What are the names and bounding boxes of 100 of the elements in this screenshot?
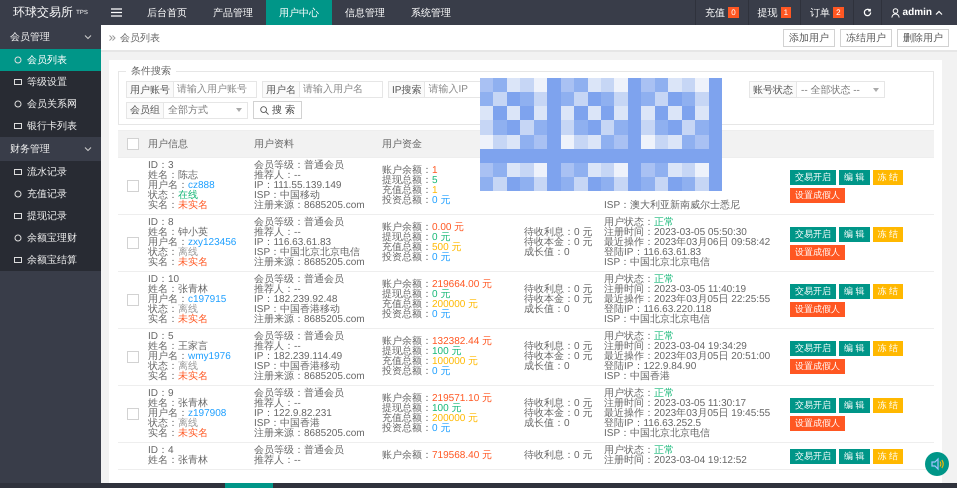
field-line: 账户余额：132382.44 元	[382, 337, 494, 347]
edit-button[interactable]: 编 辑	[839, 448, 870, 464]
checkbox[interactable]	[127, 294, 139, 306]
nav-tab[interactable]: 系统管理	[398, 0, 464, 25]
checkbox[interactable]	[127, 237, 139, 249]
field-line: 用户名：z197908	[148, 409, 228, 419]
field-line: 成长值：0	[524, 305, 571, 315]
field-line: 注册时间：2023-03-05 05:50:30	[604, 228, 748, 238]
field-line: 提现总额：100 元	[382, 347, 462, 357]
field-line: ID：9	[148, 389, 175, 399]
menu-item-icon	[14, 100, 22, 108]
menu-icon[interactable]	[111, 8, 122, 17]
field-line: 待收本金：0 元	[524, 295, 594, 305]
checkbox[interactable]	[127, 138, 139, 150]
field-label: 账号状态	[749, 81, 797, 98]
checkbox[interactable]	[127, 351, 139, 363]
trade-open-button[interactable]: 交易开启	[790, 284, 836, 298]
toolbar-button[interactable]: 删除用户	[897, 28, 949, 46]
edit-button[interactable]: 编 辑	[839, 226, 870, 242]
trade-open-button[interactable]: 交易开启	[790, 226, 836, 242]
field-line: 投资总额：0 元	[382, 424, 452, 434]
field-line: 注册来源：8685205.com	[254, 372, 366, 382]
field-line: 登陆IP：116.63.252.5	[604, 419, 702, 429]
trade-open-button[interactable]: 交易开启	[790, 448, 836, 464]
field-line: 注册时间：2023-03-04 19:34:29	[604, 342, 748, 352]
input-field[interactable]: 请输入用户名	[300, 81, 383, 98]
field-line: 待收利息：0 元	[524, 399, 594, 409]
input-field[interactable]: 请输入IP	[425, 81, 482, 98]
trade-open-button[interactable]: 交易开启	[790, 170, 836, 184]
panel-legend: 条件搜索	[126, 64, 176, 78]
field-line: 投资总额：0 元	[382, 253, 452, 263]
field-line: 会员等级：普通会员	[254, 446, 345, 456]
field-line: 实名：未实名	[148, 258, 209, 268]
menu-item-icon	[14, 190, 22, 198]
field-line: 账户余额：719568.40 元	[382, 451, 494, 461]
nav-tab[interactable]: 用户中心	[266, 0, 332, 25]
set-fake-button[interactable]: 设置成假人	[790, 416, 845, 430]
sidebar-item[interactable]: 余额宝理财	[0, 227, 101, 249]
set-fake-button[interactable]: 设置成假人	[790, 302, 845, 316]
field-line: 姓名：张青林	[148, 456, 209, 466]
group-select[interactable]: 全部方式	[164, 102, 248, 118]
nav-tab[interactable]: 后台首页	[134, 0, 200, 25]
field-label: 会员组	[126, 102, 164, 118]
trade-open-button[interactable]: 交易开启	[790, 340, 836, 356]
sidebar-item[interactable]: 会员关系网	[0, 93, 101, 115]
field-line: ISP：中国香港移动	[254, 305, 342, 315]
field-line: 账户余额：219571.10 元	[382, 394, 494, 404]
status-select[interactable]: -- 全部状态 --	[797, 81, 885, 98]
counter-link[interactable]: 提现	[758, 6, 778, 20]
field-line: ID：8	[148, 218, 175, 228]
speaker-button[interactable]	[925, 452, 949, 476]
set-fake-button[interactable]: 设置成假人	[790, 188, 845, 202]
menu-item-icon	[14, 212, 22, 220]
toolbar-button[interactable]: 添加用户	[783, 28, 835, 46]
counter-link[interactable]: 充值	[705, 6, 726, 20]
count-badge: 1	[780, 7, 792, 18]
edit-button[interactable]: 编 辑	[839, 398, 870, 412]
edit-button[interactable]: 编 辑	[839, 340, 870, 356]
sidebar-item[interactable]: 流水记录	[0, 161, 101, 183]
input-field[interactable]: 请输入用户账号	[174, 81, 257, 98]
set-fake-button[interactable]: 设置成假人	[790, 358, 845, 374]
counter-link[interactable]: 订单	[810, 6, 830, 20]
field-line: 成长值：0	[524, 419, 571, 429]
search-button[interactable]: 搜 索	[253, 101, 302, 119]
toolbar-button[interactable]: 冻结用户	[840, 28, 892, 46]
field-line: ISP：中国香港移动	[254, 362, 342, 372]
field-line: IP：182.239.114.49	[254, 352, 344, 362]
count-badge: 2	[833, 7, 844, 18]
field-line: 提现总额：0 元	[382, 233, 452, 243]
edit-button[interactable]: 编 辑	[839, 170, 870, 184]
field-line: 状态：离线	[148, 362, 198, 372]
double-chevron-icon	[109, 34, 116, 40]
set-fake-button[interactable]: 设置成假人	[790, 244, 845, 260]
refresh-icon[interactable]	[862, 8, 872, 17]
field-line: 状态：离线	[148, 305, 198, 315]
sidebar-item[interactable]: 充值记录	[0, 183, 101, 205]
field-line: 最近操作：2023年03月05日 20:51:00	[604, 352, 772, 362]
sidebar-item[interactable]: 会员列表	[0, 49, 101, 71]
sidebar-item[interactable]: 余额宝结算	[0, 249, 101, 271]
field-line: 用户状态：正常	[604, 218, 675, 228]
nav-tab[interactable]: 产品管理	[200, 0, 266, 25]
chevron-icon	[84, 146, 92, 152]
field-line: 充值总额：1	[382, 186, 439, 196]
field-line: 待收利息：0 元	[524, 342, 594, 352]
field-line: 待收本金：0 元	[524, 238, 594, 248]
trade-open-button[interactable]: 交易开启	[790, 398, 836, 412]
sidebar-item[interactable]: 银行卡列表	[0, 115, 101, 137]
nav-tab[interactable]: 信息管理	[332, 0, 398, 25]
field-line: 注册来源：8685205.com	[254, 429, 366, 439]
sidebar-item[interactable]: 等级设置	[0, 71, 101, 93]
edit-button[interactable]: 编 辑	[839, 284, 870, 298]
checkbox[interactable]	[127, 180, 139, 192]
user-menu[interactable]: admin	[902, 7, 932, 18]
field-line: 推荐人：--	[254, 456, 302, 466]
checkbox[interactable]	[127, 408, 139, 420]
column-header: 用户信息	[148, 139, 188, 150]
field-line: 实名：未实名	[148, 201, 209, 211]
sidebar-item[interactable]: 提现记录	[0, 205, 101, 227]
field-line: 投资总额：0 元	[382, 367, 452, 377]
field-line: 状态：离线	[148, 248, 198, 258]
